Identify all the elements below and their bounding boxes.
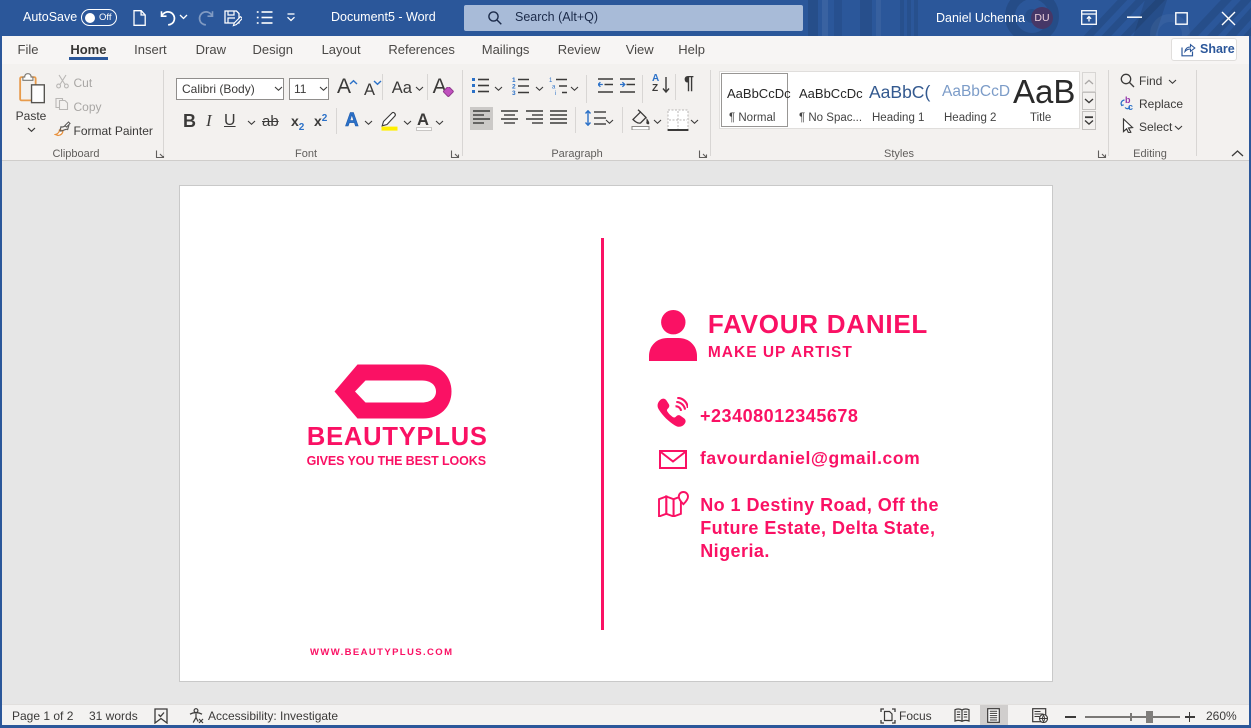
svg-text:i: i: [555, 91, 556, 95]
svg-text:a: a: [552, 85, 556, 91]
svg-text:1: 1: [549, 78, 553, 84]
svg-text:3: 3: [512, 90, 516, 95]
